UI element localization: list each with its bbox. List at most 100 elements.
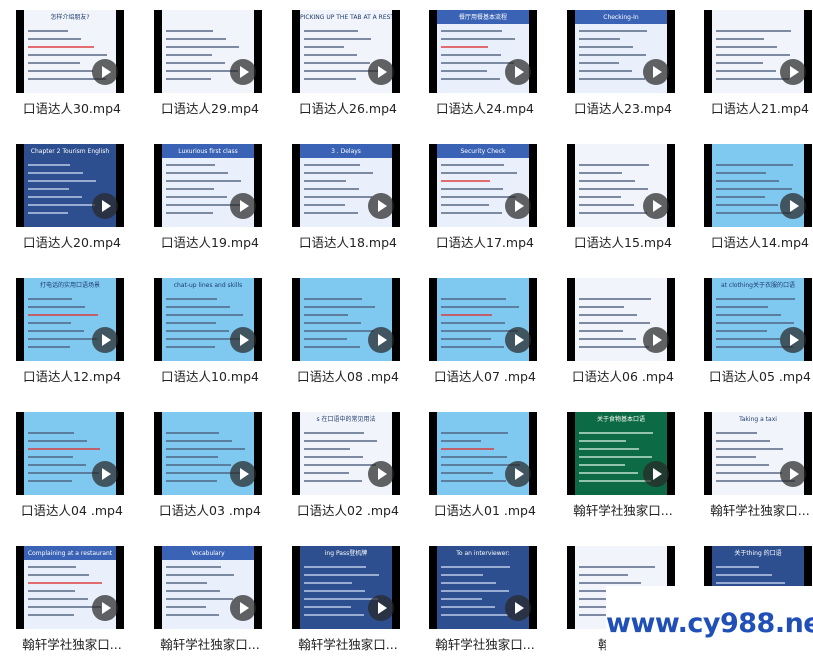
- file-tile[interactable]: 口语达人14.mp4: [698, 134, 813, 262]
- file-name[interactable]: 口语达人06 .mp4: [561, 366, 685, 385]
- file-tile[interactable]: 打电话的实用口语场景口语达人12.mp4: [10, 268, 148, 396]
- video-thumbnail[interactable]: Security Check: [429, 144, 537, 227]
- video-thumbnail[interactable]: PICKING UP THE TAB AT A RESTAURANT: [292, 10, 400, 93]
- file-name[interactable]: 口语达人20.mp4: [10, 232, 134, 251]
- file-tile[interactable]: Complaining at a restaurant 翰轩学社独家口...: [10, 536, 148, 662]
- video-thumbnail[interactable]: [154, 412, 262, 495]
- file-tile[interactable]: 口语达人08 .mp4: [286, 268, 424, 396]
- file-name[interactable]: 口语达人30.mp4: [10, 98, 134, 117]
- video-thumbnail[interactable]: ing Pass登机牌: [292, 546, 400, 629]
- file-name[interactable]: 翰轩学社独家口...: [286, 634, 410, 653]
- video-thumbnail[interactable]: Complaining at a restaurant: [16, 546, 124, 629]
- file-tile[interactable]: 餐厅用餐基本流程口语达人24.mp4: [423, 0, 561, 128]
- file-name[interactable]: 口语达人04 .mp4: [10, 500, 134, 519]
- video-thumbnail[interactable]: Checking-In: [567, 10, 675, 93]
- video-thumbnail[interactable]: 餐厅用餐基本流程: [429, 10, 537, 93]
- play-icon[interactable]: [780, 327, 806, 353]
- play-icon[interactable]: [780, 59, 806, 85]
- video-thumbnail[interactable]: [567, 278, 675, 361]
- file-name[interactable]: 翰轩学社独家口...: [698, 500, 813, 519]
- play-icon[interactable]: [368, 461, 394, 487]
- play-icon[interactable]: [368, 193, 394, 219]
- video-thumbnail[interactable]: s 在口语中的常见用法: [292, 412, 400, 495]
- play-icon[interactable]: [505, 327, 531, 353]
- play-icon[interactable]: [643, 327, 669, 353]
- play-icon[interactable]: [92, 327, 118, 353]
- file-name[interactable]: 翰轩学社独家口...: [148, 634, 272, 653]
- file-name[interactable]: 口语达人17.mp4: [423, 232, 547, 251]
- video-thumbnail[interactable]: chat-up lines and skills: [154, 278, 262, 361]
- play-icon[interactable]: [780, 193, 806, 219]
- file-name[interactable]: 口语达人01 .mp4: [423, 500, 547, 519]
- play-icon[interactable]: [505, 59, 531, 85]
- video-thumbnail[interactable]: Luxurious first class: [154, 144, 262, 227]
- file-tile[interactable]: Luxurious first class 口语达人19.mp4: [148, 134, 286, 262]
- file-tile[interactable]: ing Pass登机牌翰轩学社独家口...: [286, 536, 424, 662]
- file-name[interactable]: 翰轩学社独家口...: [561, 500, 685, 519]
- file-name[interactable]: 口语达人12.mp4: [10, 366, 134, 385]
- file-tile[interactable]: Security Check 口语达人17.mp4: [423, 134, 561, 262]
- play-icon[interactable]: [92, 595, 118, 621]
- video-thumbnail[interactable]: [154, 10, 262, 93]
- play-icon[interactable]: [368, 595, 394, 621]
- file-tile[interactable]: chat-up lines and skills 口语达人10.mp4: [148, 268, 286, 396]
- play-icon[interactable]: [92, 59, 118, 85]
- file-tile[interactable]: PICKING UP THE TAB AT A RESTAURANT 口语达人26…: [286, 0, 424, 128]
- file-name[interactable]: 口语达人03 .mp4: [148, 500, 272, 519]
- file-name[interactable]: 口语达人24.mp4: [423, 98, 547, 117]
- file-tile[interactable]: 3 . Delays 口语达人18.mp4: [286, 134, 424, 262]
- video-thumbnail[interactable]: Chapter 2 Tourism English: [16, 144, 124, 227]
- video-thumbnail[interactable]: [567, 144, 675, 227]
- file-tile[interactable]: Chapter 2 Tourism English 口语达人20.mp4: [10, 134, 148, 262]
- file-tile[interactable]: 口语达人21.mp4: [698, 0, 813, 128]
- play-icon[interactable]: [780, 461, 806, 487]
- file-tile[interactable]: 口语达人29.mp4: [148, 0, 286, 128]
- file-tile[interactable]: Vocabulary 翰轩学社独家口...: [148, 536, 286, 662]
- file-name[interactable]: 翰轩学社独家口...: [423, 634, 547, 653]
- file-name[interactable]: 口语达人02 .mp4: [286, 500, 410, 519]
- file-name[interactable]: 口语达人14.mp4: [698, 232, 813, 251]
- video-thumbnail[interactable]: [704, 144, 812, 227]
- file-tile[interactable]: 怎样介绍朋友? 口语达人30.mp4: [10, 0, 148, 128]
- file-name[interactable]: 口语达人26.mp4: [286, 98, 410, 117]
- video-thumbnail[interactable]: [704, 10, 812, 93]
- file-name[interactable]: 口语达人21.mp4: [698, 98, 813, 117]
- file-tile[interactable]: 口语达人15.mp4: [561, 134, 699, 262]
- play-icon[interactable]: [643, 461, 669, 487]
- play-icon[interactable]: [230, 327, 256, 353]
- file-tile[interactable]: 口语达人01 .mp4: [423, 402, 561, 530]
- file-tile[interactable]: 口语达人04 .mp4: [10, 402, 148, 530]
- file-name[interactable]: 口语达人05 .mp4: [698, 366, 813, 385]
- file-name[interactable]: 口语达人19.mp4: [148, 232, 272, 251]
- video-thumbnail[interactable]: [292, 278, 400, 361]
- video-thumbnail[interactable]: [16, 412, 124, 495]
- file-tile[interactable]: To an interviewer: 翰轩学社独家口...: [423, 536, 561, 662]
- video-thumbnail[interactable]: To an interviewer:: [429, 546, 537, 629]
- play-icon[interactable]: [505, 595, 531, 621]
- play-icon[interactable]: [230, 193, 256, 219]
- file-tile[interactable]: s 在口语中的常见用法口语达人02 .mp4: [286, 402, 424, 530]
- file-name[interactable]: 口语达人18.mp4: [286, 232, 410, 251]
- play-icon[interactable]: [505, 461, 531, 487]
- video-thumbnail[interactable]: Taking a taxi: [704, 412, 812, 495]
- play-icon[interactable]: [230, 59, 256, 85]
- video-thumbnail[interactable]: at clothing关于衣服的口语: [704, 278, 812, 361]
- video-thumbnail[interactable]: 3 . Delays: [292, 144, 400, 227]
- file-tile[interactable]: 口语达人07 .mp4: [423, 268, 561, 396]
- play-icon[interactable]: [92, 461, 118, 487]
- video-thumbnail[interactable]: 关于食物基本口语: [567, 412, 675, 495]
- file-name[interactable]: 口语达人23.mp4: [561, 98, 685, 117]
- file-tile[interactable]: 口语达人03 .mp4: [148, 402, 286, 530]
- file-tile[interactable]: 关于食物基本口语翰轩学社独家口...: [561, 402, 699, 530]
- video-thumbnail[interactable]: [429, 278, 537, 361]
- file-tile[interactable]: Taking a taxi 翰轩学社独家口...: [698, 402, 813, 530]
- play-icon[interactable]: [368, 327, 394, 353]
- file-name[interactable]: 口语达人10.mp4: [148, 366, 272, 385]
- video-thumbnail[interactable]: 打电话的实用口语场景: [16, 278, 124, 361]
- video-thumbnail[interactable]: Vocabulary: [154, 546, 262, 629]
- play-icon[interactable]: [505, 193, 531, 219]
- play-icon[interactable]: [643, 193, 669, 219]
- play-icon[interactable]: [230, 461, 256, 487]
- file-tile[interactable]: Checking-In 口语达人23.mp4: [561, 0, 699, 128]
- play-icon[interactable]: [92, 193, 118, 219]
